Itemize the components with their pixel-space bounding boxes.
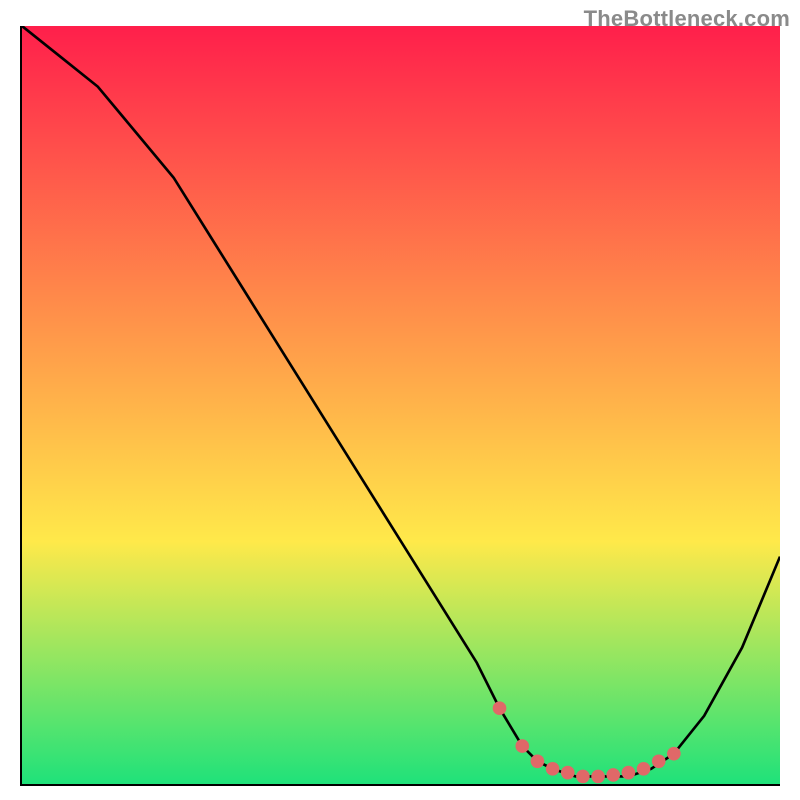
chart-frame: TheBottleneck.com <box>0 0 800 800</box>
plot-inner <box>22 26 780 784</box>
marker-dot <box>652 754 666 768</box>
marker-dot <box>606 768 620 782</box>
bottleneck-curve <box>22 26 780 776</box>
marker-dot <box>637 762 651 776</box>
marker-dot <box>515 739 529 753</box>
marker-dot <box>667 747 681 761</box>
marker-dot <box>546 762 560 776</box>
plot-area <box>20 26 780 786</box>
marker-dot <box>591 770 605 784</box>
marker-dot <box>531 754 545 768</box>
marker-dot <box>493 701 507 715</box>
marker-dot <box>622 766 636 780</box>
marker-dot <box>576 770 590 784</box>
curve-layer <box>22 26 780 784</box>
marker-dot <box>561 766 575 780</box>
sweet-spot-markers <box>493 701 681 783</box>
